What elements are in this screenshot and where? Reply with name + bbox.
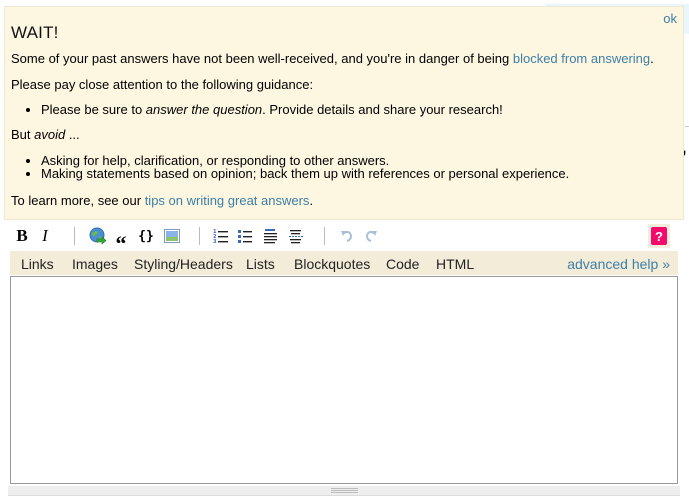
help-tab-lists[interactable]: Lists (246, 256, 275, 272)
redo-icon (365, 231, 377, 242)
code-sample-button[interactable]: {} (136, 226, 156, 246)
help-tab-images[interactable]: Images (72, 256, 118, 272)
avoid-prefix: But (11, 127, 35, 142)
intro-end: . (650, 51, 654, 66)
blockquote-button[interactable]: “ (112, 226, 130, 256)
numbered-list-button[interactable]: 1 2 3 (212, 226, 230, 246)
do-item-suffix: . Provide details and share your researc… (262, 102, 503, 117)
undo-icon (341, 231, 353, 242)
answer-warning-popup: ok WAIT! Some of your past answers have … (4, 6, 684, 220)
editor-resize-grip[interactable] (8, 486, 680, 496)
svg-text:3: 3 (213, 239, 217, 244)
image-button[interactable] (163, 226, 181, 246)
redo-button[interactable] (362, 226, 380, 246)
editor-toolbar: B I “ {} 1 2 3 ? (10, 224, 685, 256)
question-icon: ? (651, 227, 667, 245)
avoid-list-item: Making statements based on opinion; back… (41, 167, 569, 180)
help-tab-html[interactable]: HTML (436, 256, 474, 272)
dismiss-ok-link[interactable]: ok (663, 11, 677, 26)
tips-writing-answers-link[interactable]: tips on writing great answers (145, 193, 310, 208)
do-item-emphasis: answer the question (145, 102, 263, 117)
ordered-list-icon: 1 2 3 (213, 229, 228, 244)
horizontal-rule-icon (289, 230, 303, 244)
help-tab-code[interactable]: Code (386, 256, 419, 272)
do-list: Please be sure to answer the question. P… (11, 102, 503, 118)
formatting-help-bar: Links Images Styling/Headers Lists Block… (10, 251, 678, 275)
heading-icon (264, 229, 277, 244)
learn-prefix: To learn more, see our (11, 193, 145, 208)
heading-button[interactable] (262, 226, 280, 246)
answer-editor-textarea[interactable] (10, 276, 678, 484)
help-tab-blockquotes[interactable]: Blockquotes (294, 256, 370, 272)
learn-end: . (309, 193, 314, 208)
italic-icon: I (42, 226, 48, 245)
italic-button[interactable]: I (38, 226, 52, 246)
background-divider (685, 126, 689, 127)
markdown-help-button[interactable]: ? (648, 224, 670, 248)
undo-button[interactable] (338, 226, 356, 246)
bold-button[interactable]: B (14, 226, 30, 246)
toolbar-separator (324, 227, 325, 245)
hyperlink-button[interactable] (88, 226, 108, 246)
popup-intro: Some of your past answers have not been … (11, 51, 654, 66)
grip-lines-icon (331, 488, 358, 493)
unordered-list-icon (238, 230, 252, 243)
bulleted-list-button[interactable] (236, 226, 254, 246)
help-tab-styling-headers[interactable]: Styling/Headers (134, 256, 233, 272)
avoid-heading: But avoid ... (11, 127, 80, 142)
advanced-help-link[interactable]: advanced help » (567, 256, 670, 272)
avoid-emphasis: avoid (34, 127, 66, 142)
image-icon (164, 229, 180, 243)
avoid-list: Asking for help, clarification, or respo… (11, 154, 569, 180)
guidance-text: Please pay close attention to the follow… (11, 77, 314, 92)
avoid-suffix: ... (65, 127, 80, 142)
do-item-prefix: Please be sure to (41, 102, 146, 117)
learn-more: To learn more, see our tips on writing g… (11, 193, 313, 208)
toolbar-separator (199, 227, 200, 245)
intro-text: Some of your past answers have not been … (11, 51, 513, 66)
toolbar-separator (74, 227, 75, 245)
do-list-item: Please be sure to answer the question. P… (41, 102, 503, 118)
horizontal-rule-button[interactable] (287, 226, 305, 246)
help-tab-links[interactable]: Links (21, 256, 54, 272)
bold-icon: B (16, 226, 28, 245)
blocked-from-answering-link[interactable]: blocked from answering (513, 51, 650, 66)
popup-title: WAIT! (11, 23, 59, 42)
code-braces-icon: {} (138, 228, 154, 244)
globe-link-icon (89, 227, 107, 245)
